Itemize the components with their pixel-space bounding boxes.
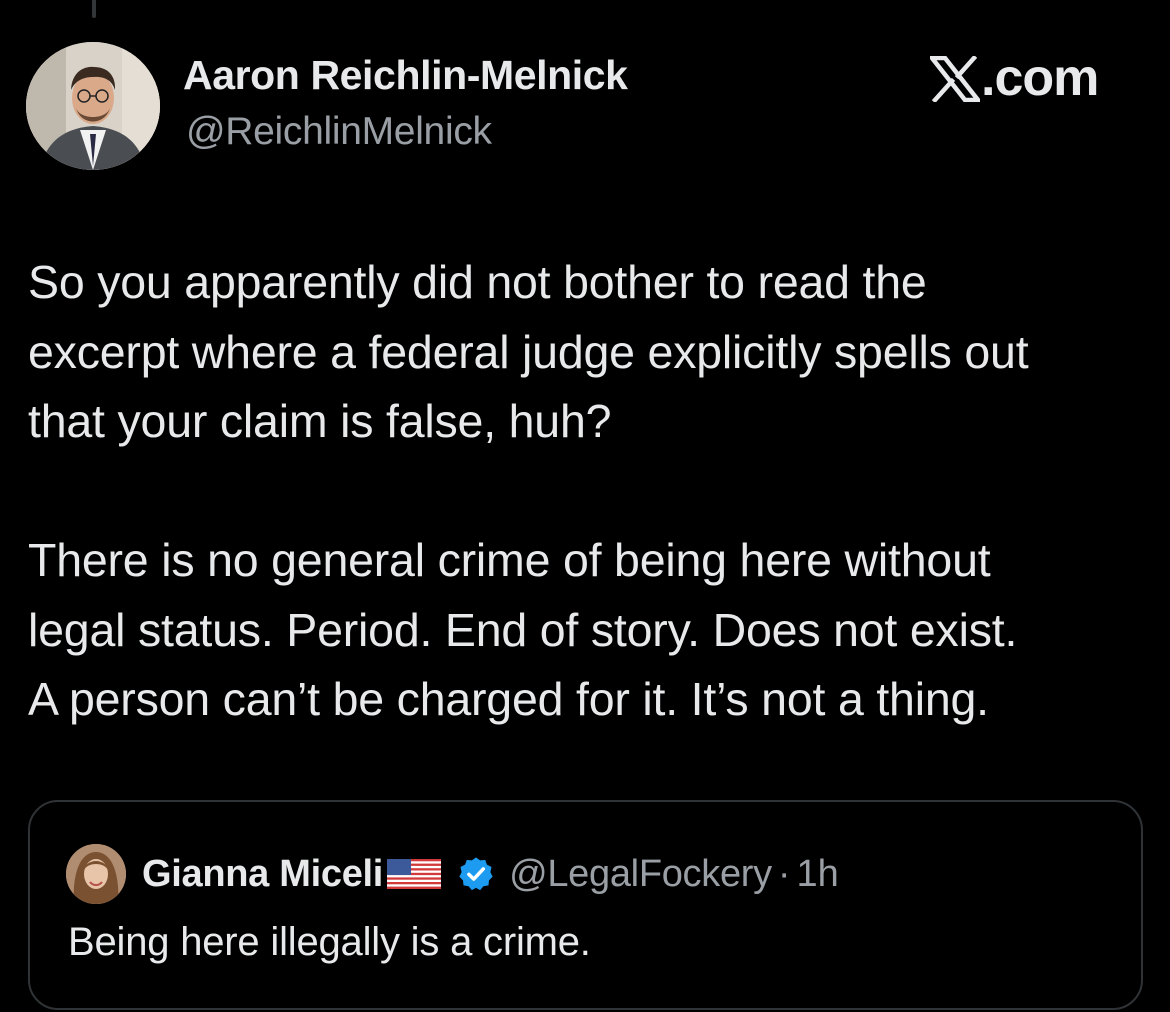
source-watermark: .com (930, 48, 1099, 108)
quoted-author-handle[interactable]: @LegalFockery (509, 853, 772, 896)
quoted-tweet-text: Being here illegally is a crime. (68, 920, 591, 964)
tweet-line: There is no general crime of being here … (28, 534, 991, 586)
tweet-line: So you apparently did not bother to read… (28, 256, 927, 308)
quoted-author-avatar[interactable] (66, 844, 126, 904)
tweet-line: A person can’t be charged for it. It’s n… (28, 673, 989, 725)
source-domain: .com (981, 49, 1099, 107)
quoted-tweet-header: Gianna Miceli @LegalFockery · 1h (66, 844, 839, 904)
tweet-body: So you apparently did not bother to read… (28, 248, 1158, 735)
tweet-line: that your claim is false, huh? (28, 395, 612, 447)
quoted-author-name[interactable]: Gianna Miceli (142, 853, 383, 896)
author-avatar[interactable] (26, 42, 160, 170)
quoted-tweet-timestamp[interactable]: 1h (797, 853, 839, 896)
author-handle[interactable]: @ReichlinMelnick (186, 110, 492, 154)
tweet-screenshot: Aaron Reichlin-Melnick @ReichlinMelnick … (0, 0, 1170, 1012)
us-flag-icon (387, 859, 442, 889)
verified-badge-icon (459, 857, 493, 891)
author-name[interactable]: Aaron Reichlin-Melnick (183, 52, 628, 99)
meta-separator: · (777, 852, 791, 895)
tweet-line: excerpt where a federal judge explicitly… (28, 325, 1029, 378)
thread-connector-line (92, 0, 96, 18)
quoted-tweet-card[interactable]: Gianna Miceli @LegalFockery · 1h Being h… (28, 800, 1143, 1010)
tweet-line: legal status. Period. End of story. Does… (28, 603, 1018, 656)
x-logo-icon (930, 56, 980, 102)
